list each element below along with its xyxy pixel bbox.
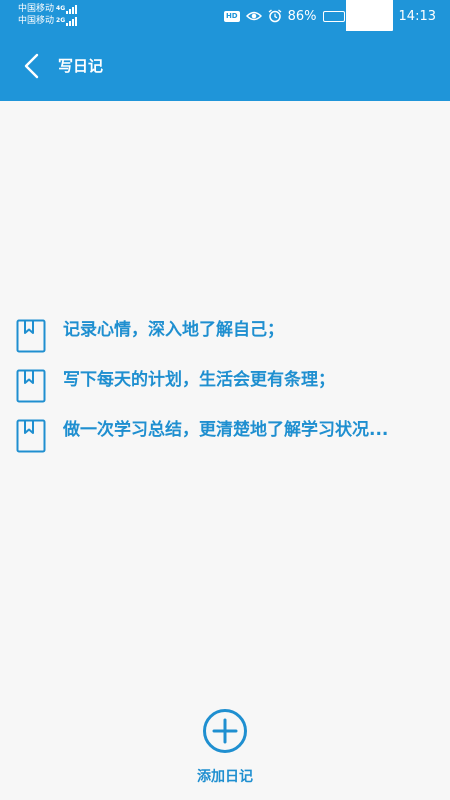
signal-icon <box>66 4 78 14</box>
bookmark-icon <box>16 319 46 353</box>
carrier-2-network: 2G <box>56 17 66 24</box>
alarm-icon <box>268 9 282 23</box>
page-title: 写日记 <box>58 57 104 75</box>
tip-item: 做一次学习总结，更清楚地了解学习状况... <box>16 417 426 457</box>
tip-text: 记录心情，深入地了解自己； <box>63 320 284 340</box>
carrier-1-network: 4G <box>56 5 66 12</box>
signal-icon <box>66 16 78 26</box>
status-bar: 中国移动 4G 中国移动 2G HD 86% 14:13 <box>0 0 450 32</box>
add-diary-button[interactable] <box>202 708 248 754</box>
carrier-info: 中国移动 4G 中国移动 2G <box>18 3 118 27</box>
header: 中国移动 4G 中国移动 2G HD 86% 14:13 写日记 <box>0 0 450 101</box>
carrier-2: 中国移动 2G <box>18 15 118 27</box>
carrier-1: 中国移动 4G <box>18 3 118 15</box>
hd-icon: HD <box>223 10 240 22</box>
tips-list: 记录心情，深入地了解自己； 写下每天的计划，生活会更有条理； 做一次学习总结，更… <box>16 317 426 467</box>
status-indicators: HD 86% 14:13 <box>223 0 436 31</box>
status-time: 14:13 <box>398 8 436 24</box>
add-diary-label[interactable]: 添加日记 <box>0 766 450 786</box>
back-button[interactable] <box>14 48 50 84</box>
add-diary-section: 添加日记 <box>0 704 450 794</box>
bookmark-icon <box>16 419 46 453</box>
app-bar: 写日记 <box>0 32 450 101</box>
tip-item: 记录心情，深入地了解自己； <box>16 317 426 357</box>
bookmark-icon <box>16 369 46 403</box>
carrier-2-name: 中国移动 <box>18 16 55 26</box>
carrier-1-name: 中国移动 <box>18 4 55 14</box>
tip-text: 写下每天的计划，生活会更有条理； <box>63 370 335 390</box>
tip-text: 做一次学习总结，更清楚地了解学习状况... <box>63 420 389 440</box>
battery-percent: 86% <box>287 8 317 24</box>
eye-icon <box>245 11 262 21</box>
tip-item: 写下每天的计划，生活会更有条理； <box>16 367 426 407</box>
screen: 中国移动 4G 中国移动 2G HD 86% 14:13 写日记 记录心情，深入… <box>0 0 450 800</box>
chevron-left-icon <box>24 53 39 79</box>
